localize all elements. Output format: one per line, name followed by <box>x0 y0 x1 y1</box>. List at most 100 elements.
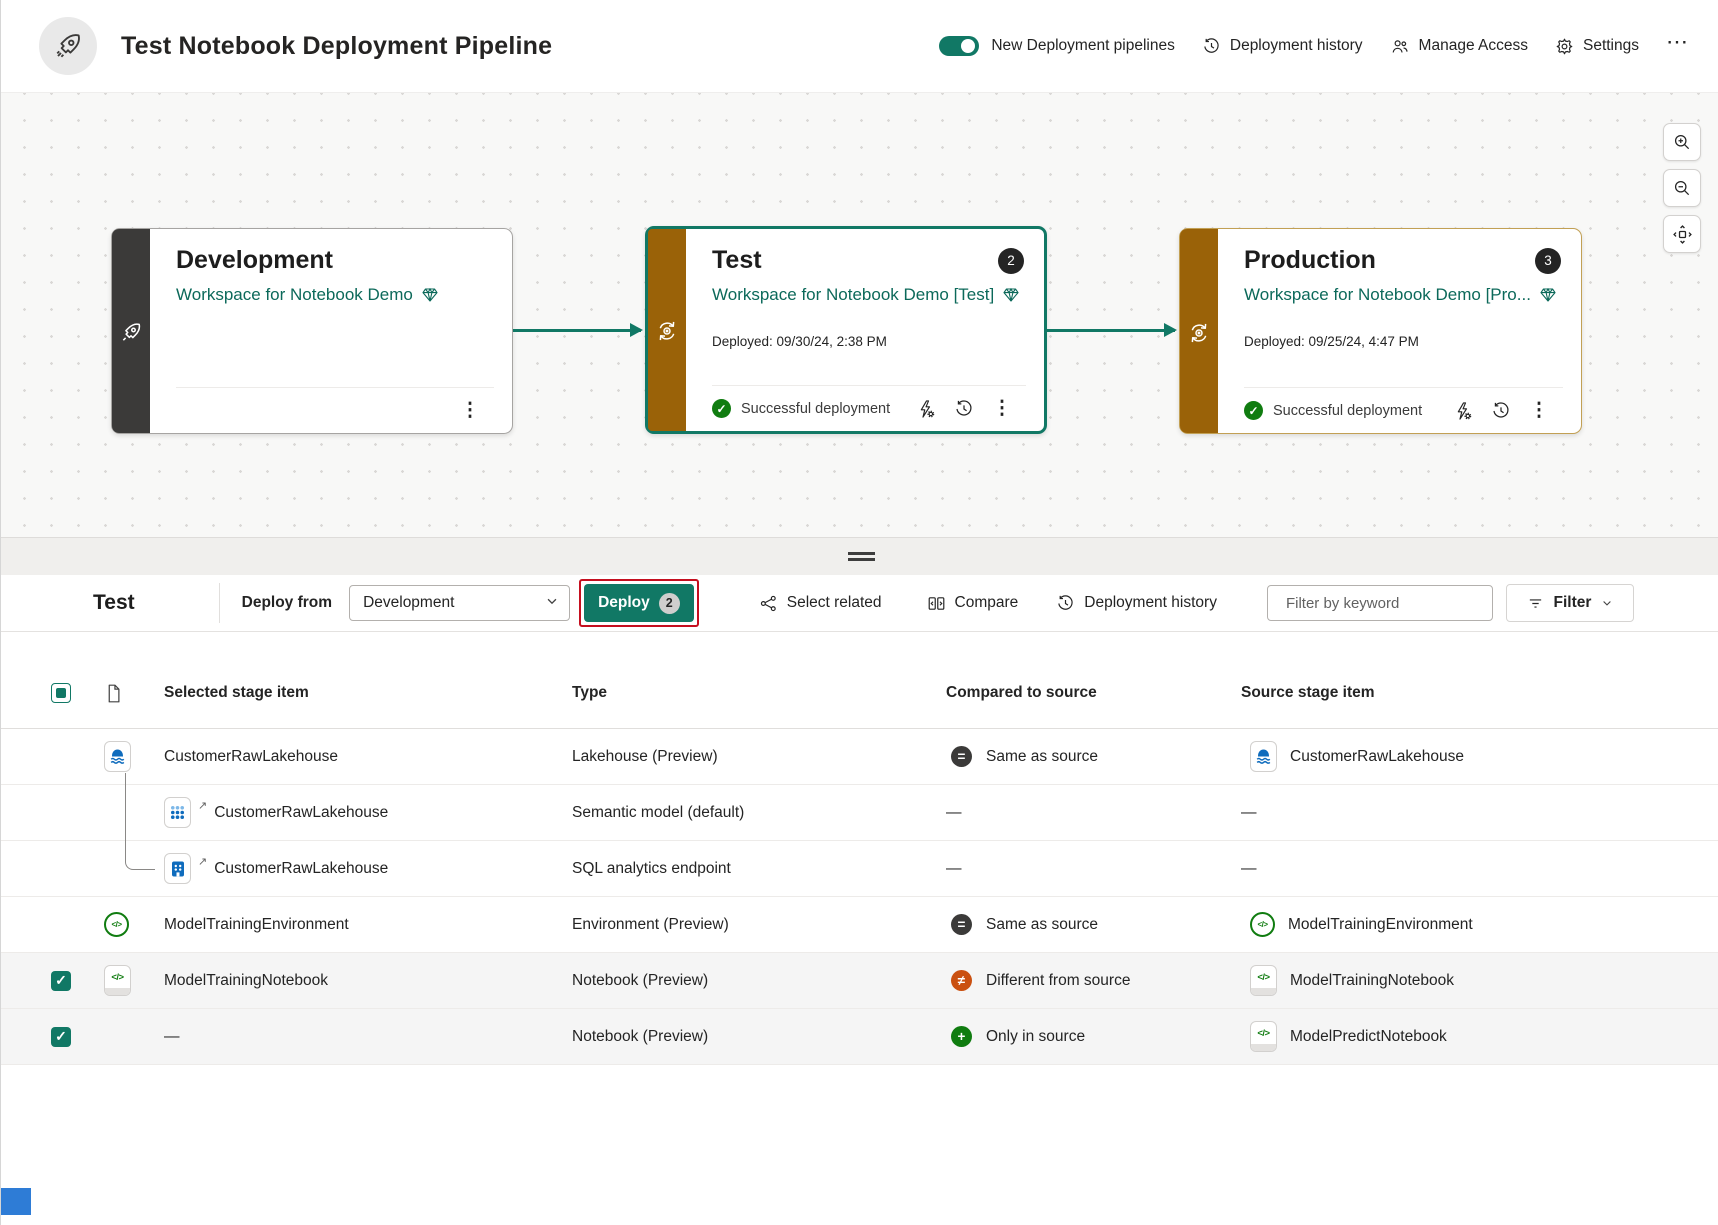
semantic-model-icon <box>164 797 191 828</box>
fit-view-icon <box>1672 224 1692 244</box>
canvas-zoom-controls <box>1663 123 1701 253</box>
table-row[interactable]: — Notebook (Preview) +Only in source </>… <box>1 1009 1718 1065</box>
deployment-history-button[interactable]: Deployment history <box>1056 594 1217 613</box>
column-header-type[interactable]: Type <box>541 684 915 702</box>
row-compared-to-source: + Only in source <box>915 1026 1210 1047</box>
row-source-stage-item: CustomerRawLakehouse <box>1210 741 1718 772</box>
row-compared-to-source: = Same as source <box>915 914 1210 935</box>
filter-button[interactable]: Filter <box>1505 584 1634 622</box>
row-source-stage-item: </> ModelPredictNotebook <box>1210 1021 1718 1052</box>
more-options-button[interactable]: ⋯ <box>1666 31 1688 61</box>
deployment-status-label: Successful deployment <box>1273 402 1423 419</box>
new-pipelines-toggle-group[interactable]: New Deployment pipelines <box>939 36 1175 56</box>
row-item-type: Notebook (Preview) <box>572 1027 709 1045</box>
row-item-type: SQL analytics endpoint <box>572 859 731 877</box>
stage-card-production[interactable]: Production 3 Workspace for Notebook Demo… <box>1179 228 1582 434</box>
development-stage-strip <box>112 229 150 433</box>
stage-title: Test <box>712 246 762 274</box>
stage-card-test[interactable]: Test 2 Workspace for Notebook Demo [Test… <box>645 226 1047 434</box>
select-all-checkbox[interactable] <box>51 683 71 703</box>
stage-card-footer: ✓ Successful deployment ⋮ <box>1244 387 1563 433</box>
pipeline-avatar <box>39 17 97 75</box>
toggle-switch[interactable] <box>939 36 980 56</box>
deploy-button-focus-outline: Deploy 2 <box>579 579 699 627</box>
workspace-link-label: Workspace for Notebook Demo <box>176 285 413 304</box>
test-stage-strip <box>648 229 686 431</box>
premium-diamond-icon <box>422 288 438 302</box>
row-item-type: Environment (Preview) <box>572 915 729 933</box>
workspace-link[interactable]: Workspace for Notebook Demo [Pro... <box>1244 285 1563 305</box>
chevron-down-icon <box>1603 601 1612 606</box>
search-input[interactable] <box>1285 594 1485 612</box>
stage-history-icon[interactable] <box>1485 395 1517 427</box>
settings-menu[interactable]: Settings <box>1555 37 1639 56</box>
row-item-name: ModelTrainingEnvironment <box>164 915 349 933</box>
zoom-in-button[interactable] <box>1663 123 1701 161</box>
select-related-button[interactable]: Select related <box>759 594 882 613</box>
row-checkbox[interactable] <box>51 970 71 991</box>
column-header-source-stage-item[interactable]: Source stage item <box>1210 684 1718 702</box>
stage-more-options[interactable]: ⋮ <box>454 395 486 427</box>
splitter-grip-icon[interactable] <box>848 552 875 561</box>
row-item-type: Lakehouse (Preview) <box>572 747 718 765</box>
table-row[interactable]: </> ModelTrainingNotebook Notebook (Prev… <box>1 953 1718 1009</box>
stage-card-footer: ✓ Successful deployment ⋮ <box>712 385 1026 431</box>
workspace-link[interactable]: Workspace for Notebook Demo <box>176 285 494 305</box>
stage-title: Production <box>1244 246 1376 274</box>
stage-item-count-badge: 2 <box>998 247 1024 274</box>
deploy-from-label: Deploy from <box>241 594 333 611</box>
row-checkbox[interactable] <box>51 1026 71 1047</box>
deployment-pipeline-app: Test Notebook Deployment Pipeline New De… <box>0 0 1718 1225</box>
compare-icon <box>928 596 944 610</box>
table-row[interactable]: </> ModelTrainingEnvironment Environment… <box>1 897 1718 953</box>
workspace-link[interactable]: Workspace for Notebook Demo [Test] <box>712 285 1026 305</box>
deploy-from-value: Development <box>363 594 455 611</box>
stage-card-footer: ✓ ⋮ <box>176 387 494 433</box>
row-item-name: CustomerRawLakehouse <box>164 747 339 765</box>
deploy-from-select[interactable]: Development <box>349 585 571 621</box>
column-header-compared-to-source[interactable]: Compared to source <box>915 684 1210 702</box>
manage-access-label: Manage Access <box>1418 37 1528 54</box>
stage-more-options[interactable]: ⋮ <box>986 393 1018 425</box>
row-item-icon-cell: </> <box>77 912 133 937</box>
compared-status-same-icon: = <box>951 914 972 935</box>
select-related-label: Select related <box>786 594 882 611</box>
zoom-out-button[interactable] <box>1663 169 1701 207</box>
deploy-button[interactable]: Deploy 2 <box>584 584 694 622</box>
deploy-settings-icon[interactable] <box>910 393 942 425</box>
deploy-sync-icon <box>1187 321 1211 350</box>
table-row[interactable]: ↗ CustomerRawLakehouse SQL analytics endp… <box>1 841 1718 897</box>
pipeline-canvas[interactable]: Development Workspace for Notebook Demo … <box>1 92 1718 537</box>
history-icon <box>1204 37 1219 53</box>
environment-icon: </> <box>104 912 129 937</box>
deployment-history-menu[interactable]: Deployment history <box>1202 37 1363 56</box>
row-checkbox-cell <box>1 970 77 991</box>
settings-label: Settings <box>1582 37 1639 54</box>
compare-button[interactable]: Compare <box>927 594 1018 613</box>
premium-diamond-icon <box>1540 288 1556 302</box>
deploy-count-badge: 2 <box>658 592 680 614</box>
manage-access-menu[interactable]: Manage Access <box>1390 37 1528 56</box>
column-header-selected-stage-item[interactable]: Selected stage item <box>133 684 541 702</box>
pipeline-arrow-dev-to-test <box>513 323 643 337</box>
fit-view-button[interactable] <box>1663 215 1701 253</box>
table-row[interactable]: CustomerRawLakehouse Lakehouse (Preview)… <box>1 729 1718 785</box>
premium-diamond-icon <box>1003 288 1019 302</box>
people-icon <box>1392 39 1408 53</box>
table-row[interactable]: ↗ CustomerRawLakehouse Semantic model (de… <box>1 785 1718 841</box>
table-header-row: Selected stage item Type Compared to sou… <box>1 632 1718 729</box>
deploy-button-label: Deploy <box>598 594 650 611</box>
header-actions: New Deployment pipelines Deployment hist… <box>939 31 1688 61</box>
linked-item-icon: ↗ <box>198 799 208 812</box>
stage-more-options[interactable]: ⋮ <box>1523 395 1555 427</box>
deploy-settings-icon[interactable] <box>1447 395 1479 427</box>
stage-history-icon[interactable] <box>948 393 980 425</box>
workspace-link-label: Workspace for Notebook Demo [Test] <box>712 285 995 304</box>
linked-item-icon: ↗ <box>198 855 208 868</box>
panel-splitter[interactable] <box>1 537 1718 575</box>
filter-icon <box>1529 598 1541 608</box>
stage-card-development[interactable]: Development Workspace for Notebook Demo … <box>111 228 513 434</box>
rocket-icon <box>120 321 143 349</box>
keyword-filter-searchbox[interactable] <box>1266 585 1493 621</box>
zoom-in-icon <box>1674 134 1690 150</box>
